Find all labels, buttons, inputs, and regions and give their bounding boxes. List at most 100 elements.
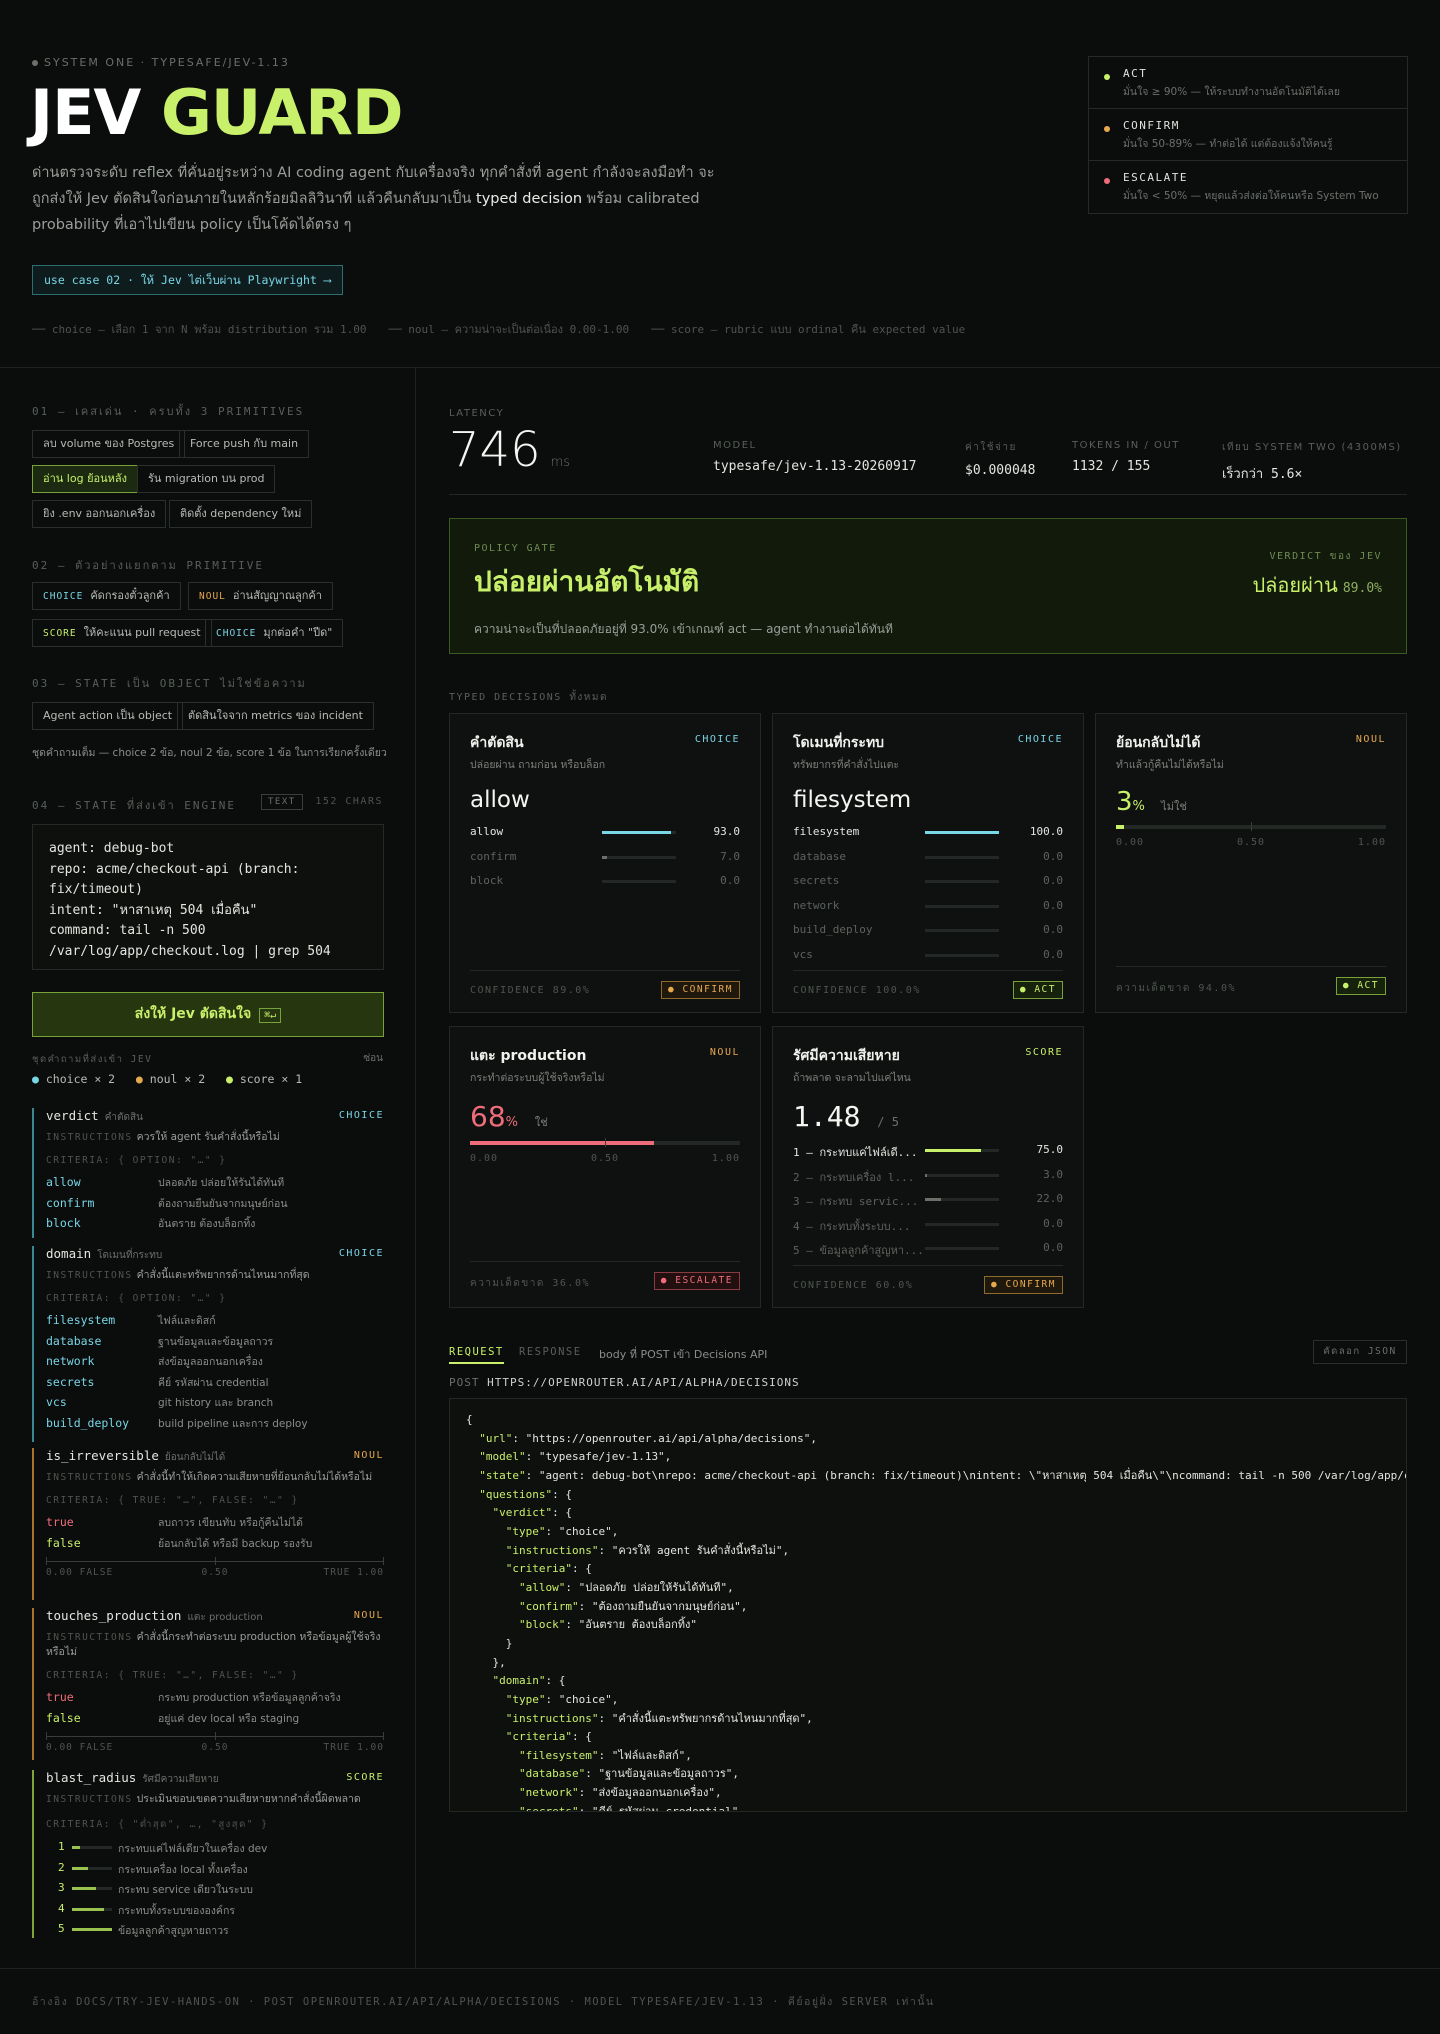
stat-label: ค่าใช้จ่าย — [965, 442, 1017, 453]
state-chip[interactable]: ตัดสินใจจาก metrics ของ incident — [177, 702, 374, 730]
row-label: secrets — [793, 874, 840, 887]
distribution-row: 4 — กระทบทั้งระบบ... 0.0 — [793, 1217, 1063, 1242]
request-json[interactable]: { "url": "https://openrouter.ai/api/alph… — [449, 1398, 1407, 1812]
state-chip[interactable]: Agent action เป็น object — [32, 702, 184, 730]
row-label: allow — [470, 825, 504, 838]
chip-kind: CHOICE — [43, 591, 84, 602]
verdict-text: ปล่อยผ่าน — [1252, 573, 1338, 597]
noul-bar: 0.00 0.50 1.00 — [1116, 822, 1386, 855]
option-desc: ต้องถามยืนยันจากมนุษย์ก่อน — [158, 1197, 288, 1210]
card-title: ย้อนกลับไม่ได้ — [1116, 735, 1201, 751]
scale-false-label: 0.00 FALSE — [46, 1742, 114, 1753]
act-badge: ● ACT — [1335, 977, 1386, 995]
distribution-row: build_deploy 0.0 — [793, 923, 1063, 948]
option-key: false — [46, 1710, 81, 1725]
case-chip[interactable]: ติดตั้ง dependency ใหม่ — [169, 500, 313, 528]
option-row: confirm ต้องถามยืนยันจากมนุษย์ก่อน — [46, 1195, 384, 1216]
decisiveness-text: ความเด็ดขาด 36.0% — [470, 1278, 590, 1289]
confidence-bands: ACT มั่นใจ ≥ 90% — ให้ระบบทำงานอัตโนมัติไ… — [1088, 56, 1408, 214]
primitive-chip[interactable]: CHOICE มุกต่อคำ "ปีด" — [205, 619, 344, 647]
submit-to-jev-button[interactable]: ส่งให้ Jev ตัดสินใจ ⌘↵ — [32, 992, 384, 1037]
option-desc: อันตราย ต้องบล็อกทิ้ง — [158, 1218, 256, 1230]
row-bar-fill — [602, 855, 608, 859]
case-chip[interactable]: ลบ volume ของ Postgres — [32, 430, 186, 458]
row-bar — [925, 1247, 999, 1250]
row-label: database — [793, 849, 846, 863]
band-text: มั่นใจ < 50% — หยุดแล้วส่งต่อให้คนหรือ S… — [1123, 190, 1379, 202]
row-label: filesystem — [793, 825, 860, 838]
char-count: 152 CHARS — [315, 796, 383, 807]
choice-dot-icon: ● — [32, 1072, 39, 1086]
gate-label: POLICY GATE — [474, 543, 557, 554]
card-answer: 1.48 / 5 — [793, 1100, 1063, 1133]
row-label: network — [793, 898, 840, 912]
option-key: network — [46, 1354, 95, 1368]
option-row: true ลบถาวร เขียนทับ หรือกู้คืนไม่ได้ — [46, 1514, 384, 1535]
instructions-label: INSTRUCTIONS — [46, 1794, 133, 1805]
row-value: 0.0 — [1043, 923, 1063, 936]
case-chip[interactable]: รัน migration บน prod — [137, 465, 276, 493]
level-bar — [72, 1887, 112, 1891]
primitive-legend: ── choice — เลือก 1 จาก N พร้อม distribu… — [32, 320, 987, 338]
card-subtitle: ทรัพยากรที่คำสั่งไปแตะ — [793, 759, 900, 771]
case-chip[interactable]: Force push กับ main — [179, 430, 310, 458]
row-value: 93.0 — [713, 825, 741, 838]
primitive-chip[interactable]: CHOICE คัดกรองตั๋วลูกค้า — [32, 582, 181, 610]
distribution-row: filesystem 100.0 — [793, 825, 1063, 850]
card-answer: filesystem — [793, 787, 912, 813]
level-text: กระทบทั้งระบบขององค์กร — [118, 1904, 235, 1917]
question-card-blast-radius: blast_radius รัศมีความเสียหาย SCORE INSTRU… — [32, 1770, 384, 1938]
option-key: vcs — [46, 1395, 67, 1409]
noul-tick-label: 0.00 — [470, 1153, 499, 1164]
use-case-link[interactable]: use case 02 · ให้ Jev ไต่เว็บผ่าน Playwr… — [32, 265, 343, 295]
tab-request[interactable]: REQUEST — [449, 1346, 504, 1364]
option-row: true กระทบ production หรือข้อมูลลูกค้าจริ… — [46, 1689, 384, 1710]
legend-noul: ── noul — ความน่าจะเป็นต่อเนื่อง 0.00-1.… — [388, 323, 630, 336]
noul-word: ไม่ใช่ — [1161, 800, 1187, 813]
row-bar — [925, 953, 999, 957]
row-value: 22.0 — [1036, 1192, 1064, 1205]
case-chip-selected[interactable]: อ่าน log ย้อนหลัง — [32, 465, 138, 493]
act-badge: ● ACT — [1012, 981, 1063, 999]
row-bar — [602, 831, 676, 834]
card-kind: NOUL — [1355, 734, 1386, 745]
format-tag[interactable]: TEXT — [261, 794, 303, 810]
confidence-text: CONFIDENCE 60.0% — [793, 1280, 914, 1291]
hide-questions-toggle[interactable]: ซ่อน — [363, 1051, 383, 1066]
copy-json-button[interactable]: คัดลอก JSON — [1313, 1340, 1407, 1364]
option-key: confirm — [46, 1195, 95, 1210]
card-subtitle: กระทำต่อระบบผู้ใช้จริงหรือไม่ — [470, 1072, 605, 1084]
noul-scale: 0.00 FALSE 0.50 TRUE 1.00 — [46, 1732, 384, 1758]
instructions-label: INSTRUCTIONS — [46, 1270, 133, 1281]
json-code: { "url": "https://openrouter.ai/api/alph… — [466, 1413, 1406, 1812]
row-label: 3 — กระทบ servic... — [793, 1195, 919, 1208]
question-card-production: touches_production แตะ production NOUL INS… — [32, 1608, 384, 1760]
criteria-label: CRITERIA: { TRUE: "…", FALSE: "…" } — [46, 1670, 299, 1681]
row-value: 7.0 — [720, 849, 740, 863]
level-number: 2 — [58, 1860, 65, 1874]
card-kind: NOUL — [709, 1047, 740, 1058]
state-line: agent: debug-bot — [49, 841, 175, 856]
stat-value: typesafe/jev-1.13-20260917 — [713, 459, 917, 474]
stat-vs-system-two: เทียบ SYSTEM TWO (4300MS) เร็วกว่า 5.6× — [1222, 440, 1402, 484]
chip-label: มุกต่อคำ "ปีด" — [263, 626, 333, 639]
footer: อ้างอิง DOCS/TRY-JEV-HANDS-ON · POST OPE… — [0, 1968, 1440, 2034]
band-name: CONFIRM — [1123, 119, 1180, 132]
option-row: false ย้อนกลับได้ หรือมี backup รองรับ — [46, 1535, 384, 1556]
question-name: verdict — [46, 1108, 99, 1123]
case-chip[interactable]: ยิง .env ออกนอกเครื่อง — [32, 500, 167, 528]
card-answer: allow — [470, 787, 530, 813]
chip-label: ให้คะแนน pull request — [83, 626, 201, 639]
primitive-chip[interactable]: NOUL อ่านสัญญาณลูกค้า — [188, 582, 333, 610]
choice-count: choice × 2 — [45, 1072, 116, 1086]
title-jev: JEV — [30, 76, 141, 149]
noul-bar-fill — [1116, 825, 1125, 829]
keyboard-shortcut: ⌘↵ — [259, 1008, 282, 1023]
tab-response[interactable]: RESPONSE — [519, 1346, 582, 1358]
primitive-chip[interactable]: SCORE ให้คะแนน pull request — [32, 619, 212, 647]
state-input[interactable]: agent: debug-bot repo: acme/checkout-api… — [32, 824, 384, 970]
level-bar — [72, 1866, 112, 1870]
distribution-row: 2 — กระทบเครื่อง l... 3.0 — [793, 1168, 1063, 1193]
row-label: 2 — กระทบเครื่อง l... — [793, 1170, 915, 1184]
decision-card-irreversible: ย้อนกลับไม่ได้ ทำแล้วกู้คืนไม่ได้หรือไม่… — [1095, 713, 1407, 1013]
